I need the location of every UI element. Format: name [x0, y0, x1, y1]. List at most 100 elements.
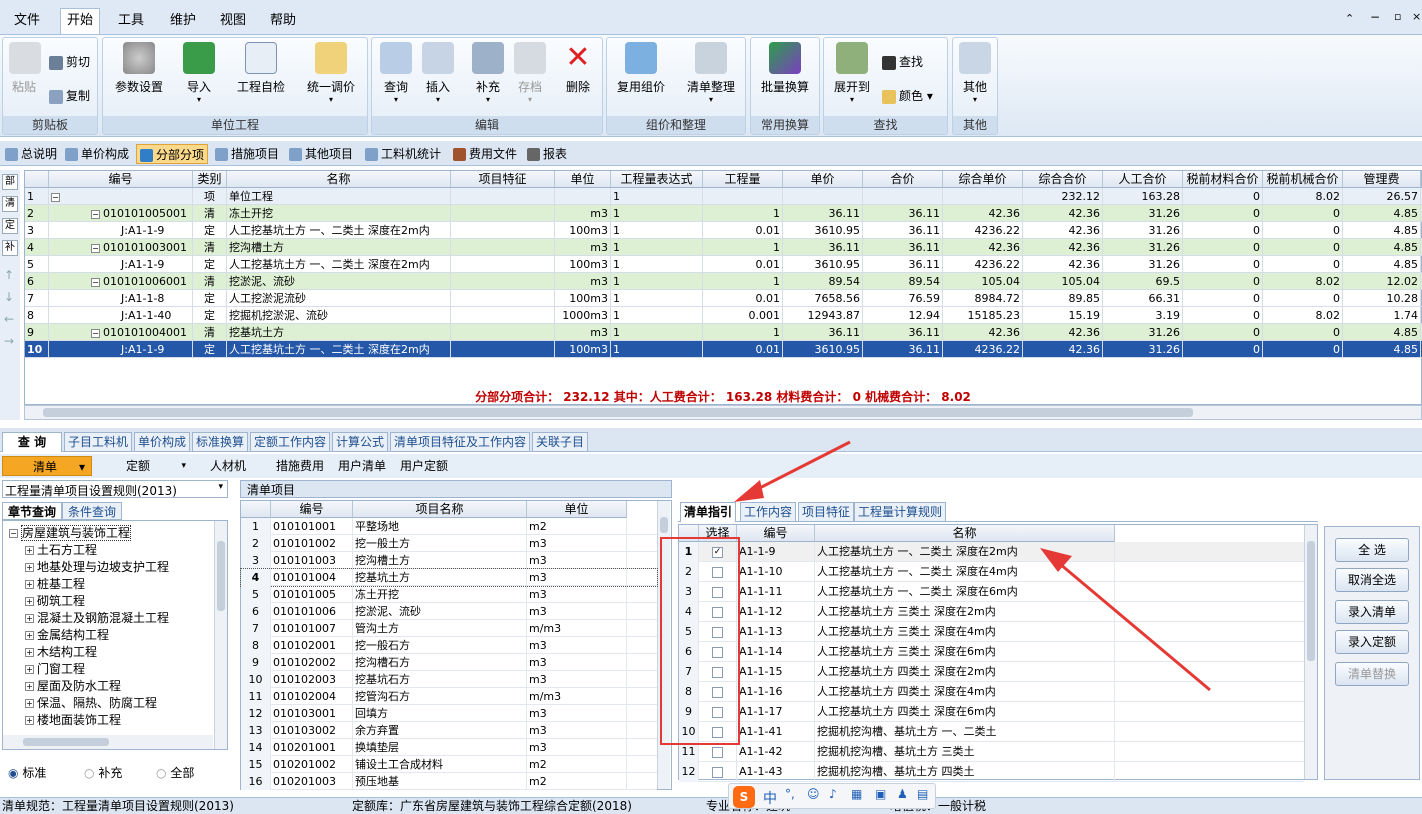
list-cell[interactable]: 14 — [241, 739, 271, 756]
grid-cell-n[interactable]: 2 — [25, 205, 49, 222]
list-item[interactable]: 10 010102003 挖基坑石方 m3 — [241, 671, 657, 688]
grid-cell-expr[interactable]: 1 — [611, 239, 703, 256]
grid-cell-feat[interactable] — [451, 273, 555, 290]
list-cell[interactable]: 010101003 — [271, 552, 353, 569]
tab-std-convert[interactable]: 标准换算 — [192, 432, 249, 452]
list-cell[interactable]: 9 — [241, 654, 271, 671]
supplement-button[interactable]: 补充 ▾ — [472, 42, 504, 104]
list-cell[interactable]: m3 — [527, 671, 627, 688]
arrow-right-icon[interactable]: → — [4, 334, 14, 348]
guide-row[interactable]: 12 A1-1-43 挖掘机挖沟槽、基坑土方 四类土 — [679, 762, 1304, 782]
grid-cell-utotal[interactable]: 42.36 — [1023, 222, 1103, 239]
menu-tools[interactable]: 工具 — [112, 10, 150, 32]
grid-cell-feat[interactable] — [451, 324, 555, 341]
grid-cell-qty[interactable]: 1 — [703, 239, 783, 256]
scroll-thumb[interactable] — [1307, 541, 1315, 661]
tree-node[interactable]: + 混凝土及钢筋混凝土工程 — [25, 610, 169, 627]
grid-row[interactable]: 1 − 项 单位工程 1 232.12 163.28 0 8.02 26.57 — [25, 188, 1422, 205]
grid-cell-name[interactable]: 单位工程 — [227, 188, 451, 205]
guide-code[interactable]: A1-1-42 — [737, 742, 815, 762]
grid-cell-total[interactable]: 36.11 — [863, 256, 943, 273]
list-header[interactable]: 项目名称 — [353, 501, 527, 518]
grid-cell-unit[interactable] — [555, 188, 611, 205]
grid-cell-expr[interactable]: 1 — [611, 256, 703, 273]
tree-collapse-icon[interactable]: − — [91, 277, 100, 287]
grid-cell-qty[interactable]: 0.01 — [703, 222, 783, 239]
params-button[interactable]: 参数设置 — [111, 42, 167, 95]
list-cell[interactable]: 010102004 — [271, 688, 353, 705]
tab-report[interactable]: 报表 — [524, 144, 570, 164]
grid-cell-mgmt[interactable]: 12.02 — [1343, 273, 1421, 290]
grid-cell-total[interactable]: 36.11 — [863, 239, 943, 256]
grid-cell-expr[interactable]: 1 — [611, 205, 703, 222]
list-cell[interactable]: 010101002 — [271, 535, 353, 552]
grid-cell-qty[interactable] — [703, 188, 783, 205]
list-item[interactable]: 13 010103002 余方弃置 m3 — [241, 722, 657, 739]
list-cell[interactable]: 预压地基 — [353, 773, 527, 790]
list-cell[interactable]: 010101005 — [271, 586, 353, 603]
grid-header[interactable]: 工程量 — [703, 171, 783, 188]
grid-cell-utotal[interactable]: 42.36 — [1023, 341, 1103, 358]
rail-button[interactable]: 补 — [2, 240, 18, 256]
grid-cell-mat[interactable]: 0 — [1183, 256, 1263, 273]
grid-cell-utotal[interactable]: 89.85 — [1023, 290, 1103, 307]
grid-cell-qty[interactable]: 0.01 — [703, 290, 783, 307]
grid-header[interactable]: 合价 — [863, 171, 943, 188]
list-cell[interactable]: 010101004 — [271, 569, 353, 586]
tab-condition-query[interactable]: 条件查询 — [62, 502, 122, 520]
list-cell[interactable]: 冻土开挖 — [353, 586, 527, 603]
tree-node[interactable]: + 土石方工程 — [25, 542, 97, 559]
batch-convert-button[interactable]: 批量换算 — [757, 42, 813, 95]
toolbox-icon[interactable]: ▣ — [875, 787, 886, 801]
tree-node[interactable]: + 保温、隔热、防腐工程 — [25, 695, 157, 712]
reuse-button[interactable]: 复用组价 — [613, 42, 669, 95]
grid-cell-type[interactable]: 定 — [193, 290, 227, 307]
grid-cell-expr[interactable]: 1 — [611, 290, 703, 307]
grid-cell-price[interactable]: 7658.56 — [783, 290, 863, 307]
scroll-thumb[interactable] — [217, 541, 225, 611]
list-cell[interactable]: 13 — [241, 722, 271, 739]
grid-cell-total[interactable]: 12.94 — [863, 307, 943, 324]
grid-cell-qty[interactable]: 0.01 — [703, 341, 783, 358]
grid-cell-code[interactable]: −010101006001 — [49, 273, 193, 290]
grid-cell-name[interactable]: 挖淤泥、流砂 — [227, 273, 451, 290]
list-cell[interactable]: 挖基坑石方 — [353, 671, 527, 688]
grid-cell-total[interactable]: 36.11 — [863, 324, 943, 341]
grid-cell-labor[interactable]: 3.19 — [1103, 307, 1183, 324]
archive-button[interactable]: 存档 ▾ — [514, 42, 546, 104]
grid-cell-mat[interactable]: 0 — [1183, 307, 1263, 324]
grid-cell-labor[interactable]: 163.28 — [1103, 188, 1183, 205]
grid-cell-name[interactable]: 冻土开挖 — [227, 205, 451, 222]
select-all-button[interactable]: 全 选 — [1335, 538, 1409, 562]
list-cell[interactable]: 挖一般土方 — [353, 535, 527, 552]
grid-cell-mgmt[interactable]: 4.85 — [1343, 222, 1421, 239]
list-cell[interactable]: 010102001 — [271, 637, 353, 654]
grid-cell-mach[interactable]: 0 — [1263, 205, 1343, 222]
grid-cell-n[interactable]: 4 — [25, 239, 49, 256]
list-cell[interactable]: 010101001 — [271, 518, 353, 535]
grid-cell-name[interactable]: 人工挖基坑土方 一、二类土 深度在2m内 — [227, 256, 451, 273]
horizontal-scrollbar[interactable] — [24, 405, 1422, 420]
grid-cell-type[interactable]: 清 — [193, 273, 227, 290]
list-cell[interactable]: m3 — [527, 654, 627, 671]
menu-maintain[interactable]: 维护 — [164, 10, 202, 32]
grid-header[interactable]: 综合合价 — [1023, 171, 1103, 188]
list-cell[interactable]: 7 — [241, 620, 271, 637]
lib-material[interactable]: 人材机 — [204, 456, 252, 476]
grid-cell-uprice[interactable]: 105.04 — [943, 273, 1023, 290]
list-cell[interactable]: m3 — [527, 705, 627, 722]
grid-cell-labor[interactable]: 31.26 — [1103, 222, 1183, 239]
list-cell[interactable]: 5 — [241, 586, 271, 603]
close-icon[interactable]: × — [1412, 10, 1421, 23]
list-item[interactable]: 6 010101006 挖淤泥、流砂 m3 — [241, 603, 657, 620]
grid-cell-mgmt[interactable]: 10.28 — [1343, 290, 1421, 307]
menu-help[interactable]: 帮助 — [264, 10, 302, 32]
enter-quota-button[interactable]: 录入定额 — [1335, 630, 1409, 654]
grid-row[interactable]: 9 −010101004001 清 挖基坑土方 m3 1 1 36.11 36.11 42.36 4… — [25, 324, 1422, 341]
grid-cell-price[interactable]: 3610.95 — [783, 341, 863, 358]
grid-cell-mgmt[interactable]: 26.57 — [1343, 188, 1421, 205]
grid-cell-utotal[interactable]: 232.12 — [1023, 188, 1103, 205]
list-cell[interactable]: 挖基坑土方 — [353, 569, 527, 586]
list-item[interactable]: 15 010201002 铺设土工合成材料 m2 — [241, 756, 657, 773]
grid-cell-total[interactable]: 36.11 — [863, 205, 943, 222]
